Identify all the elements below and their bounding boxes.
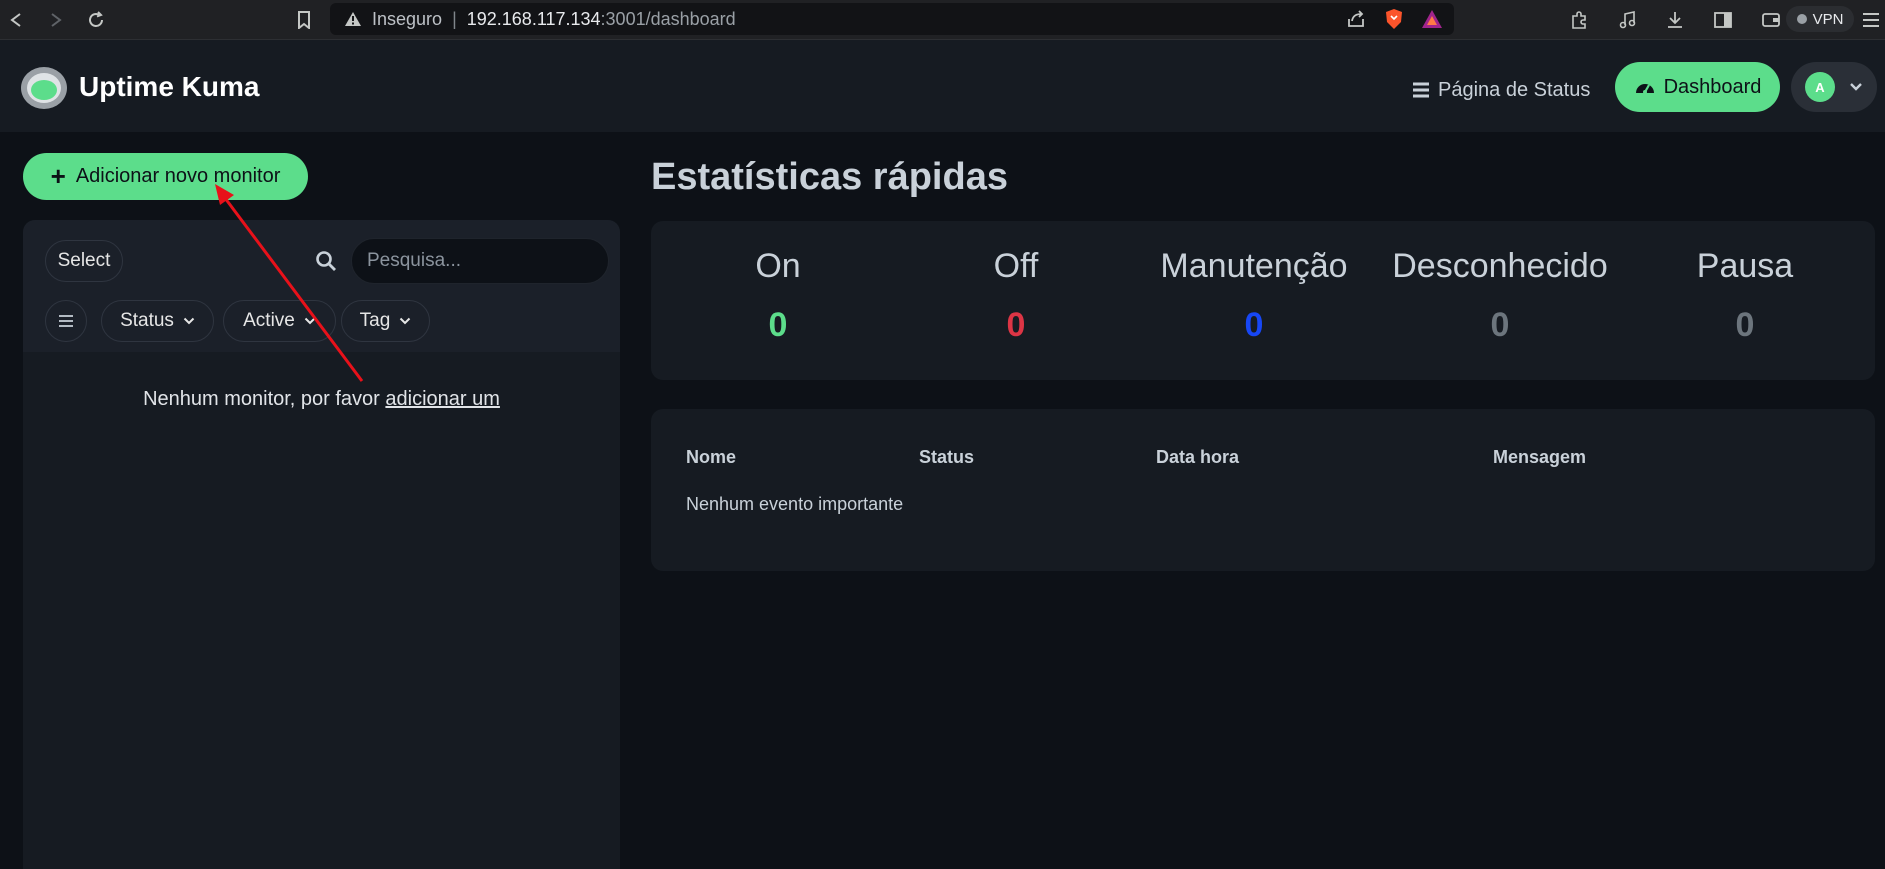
stat-label: On [755, 247, 801, 285]
stats-title: Estatísticas rápidas [651, 156, 1008, 198]
address-bar[interactable]: Inseguro | 192.168.117.134 :3001/dashboa… [330, 3, 1454, 35]
reload-icon [89, 11, 103, 27]
browser-toolbar: Inseguro | 192.168.117.134 :3001/dashboa… [0, 0, 1885, 40]
search-input[interactable] [351, 238, 609, 284]
app-header: Uptime Kuma Página de Status Dashboard A [0, 40, 1885, 133]
avatar: A [1805, 72, 1835, 102]
stat-value: 0 [1244, 306, 1264, 344]
monitor-list-panel: Select Status Active Tag Nenhum monitor,… [23, 220, 620, 869]
column-header-status: Status [919, 447, 975, 467]
active-filter-dropdown[interactable]: Active [223, 300, 336, 342]
empty-monitor-text: Nenhum monitor, por favor [143, 388, 380, 410]
vpn-label: VPN [1812, 10, 1844, 28]
stat-on: On 0 [658, 247, 898, 345]
wallet-icon[interactable] [1757, 6, 1785, 34]
chevron-down-icon [400, 317, 411, 325]
stat-label: Off [993, 247, 1039, 285]
tag-filter-label: Tag [359, 310, 391, 331]
add-monitor-label: Adicionar novo monitor [75, 165, 281, 187]
stat-value: 0 [1006, 306, 1026, 344]
url-host: 192.168.117.134 [466, 8, 601, 29]
url-path: :3001/dashboard [600, 8, 736, 29]
download-icon[interactable] [1661, 6, 1689, 34]
column-header-message: Mensagem [1493, 447, 1587, 467]
no-events-message: Nenhum evento importante [686, 494, 904, 514]
bookmark-icon [298, 11, 310, 29]
security-status[interactable]: Inseguro [372, 9, 442, 30]
stat-label: Pausa [1696, 247, 1794, 285]
stat-off: Off 0 [896, 247, 1136, 345]
reload-button[interactable] [82, 6, 110, 34]
stat-value: 0 [1490, 306, 1510, 344]
quick-stats-card: On 0 Off 0 Manutenção 0 Desconhecido 0 P… [651, 221, 1875, 380]
chevron-down-icon [183, 317, 195, 325]
add-monitor-link[interactable]: adicionar um [385, 388, 500, 410]
url-separator: | [452, 8, 457, 29]
stat-paused: Pausa 0 [1625, 247, 1865, 345]
dashboard-label: Dashboard [1663, 75, 1762, 98]
extensions-icon[interactable] [1565, 6, 1593, 34]
warning-icon [344, 10, 362, 28]
forward-button[interactable] [42, 6, 70, 34]
music-icon[interactable] [1613, 6, 1641, 34]
app-title[interactable]: Uptime Kuma [79, 71, 259, 103]
profile-dropdown[interactable]: A [1791, 62, 1877, 112]
column-header-datetime: Data hora [1156, 447, 1240, 467]
vpn-status-icon [1796, 14, 1807, 24]
search-icon [316, 251, 336, 271]
back-button[interactable] [2, 6, 30, 34]
stat-unknown: Desconhecido 0 [1380, 247, 1620, 345]
important-events-table: Nome Status Data hora Mensagem Nenhum ev… [651, 409, 1875, 571]
active-filter-label: Active [243, 310, 295, 331]
status-filter-dropdown[interactable]: Status [101, 300, 214, 342]
brave-rewards-icon[interactable] [1420, 7, 1444, 31]
stat-label: Desconhecido [1392, 247, 1608, 285]
forward-icon [51, 13, 62, 27]
select-button[interactable]: Select [45, 240, 123, 282]
status-filter-label: Status [120, 310, 174, 331]
monitor-list-header: Select Status Active Tag [23, 220, 620, 352]
hamburger-icon [1863, 13, 1879, 27]
tag-filter-dropdown[interactable]: Tag [341, 300, 430, 342]
dashboard-button[interactable]: Dashboard [1615, 62, 1780, 112]
stat-maintenance: Manutenção 0 [1134, 247, 1374, 345]
status-page-link[interactable]: Página de Status [1412, 74, 1590, 106]
add-monitor-button[interactable]: + Adicionar novo monitor [23, 153, 308, 200]
filter-menu-button[interactable] [45, 300, 87, 342]
uptime-kuma-logo-icon[interactable] [20, 66, 68, 110]
stat-value: 0 [1735, 306, 1755, 344]
lines-icon [59, 315, 73, 327]
sidebar-icon[interactable] [1709, 6, 1737, 34]
stat-label: Manutenção [1160, 247, 1348, 285]
brave-shield-icon[interactable] [1382, 7, 1406, 31]
back-icon [10, 13, 21, 27]
chevron-down-icon [304, 317, 316, 325]
vpn-button[interactable]: VPN [1786, 6, 1854, 32]
plus-icon: + [50, 160, 66, 191]
bookmark-button[interactable] [290, 6, 318, 34]
stat-value: 0 [768, 306, 788, 344]
column-header-name: Nome [686, 447, 737, 467]
status-page-label: Página de Status [1438, 78, 1591, 101]
list-icon [1413, 82, 1429, 98]
share-icon[interactable] [1344, 7, 1368, 31]
chevron-down-icon [1850, 83, 1862, 91]
gauge-icon [1635, 84, 1654, 94]
empty-monitor-message: Nenhum monitor, por favor adicionar um [23, 388, 620, 411]
browser-menu-button[interactable] [1860, 6, 1882, 34]
